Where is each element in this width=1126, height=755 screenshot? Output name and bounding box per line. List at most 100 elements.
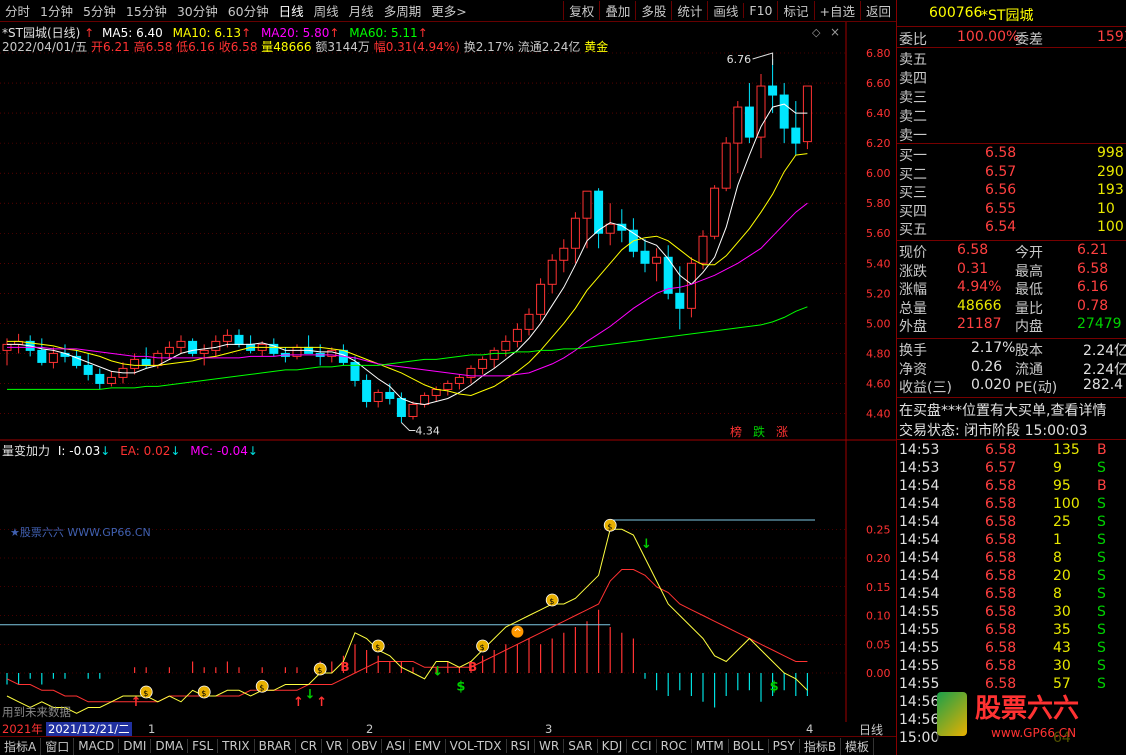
- site-logo: 股票六六 www.GP66.CN: [937, 688, 1125, 748]
- period-tab-3[interactable]: 15分钟: [121, 1, 172, 20]
- indicator-tab-1[interactable]: 窗口: [41, 737, 75, 755]
- price-tick-label: 6.80: [866, 47, 891, 60]
- tick-time: 14:55: [899, 676, 940, 692]
- indicator-tab-13[interactable]: VOL-TDX: [446, 739, 507, 753]
- candle-body: [512, 328, 522, 342]
- sell-arrow-icon: ↓: [305, 688, 316, 703]
- indicator-tab-4[interactable]: DMA: [151, 739, 189, 753]
- tick-time: 14:53: [899, 442, 940, 458]
- stat-value: 0.020: [971, 377, 1012, 393]
- indicator-tab-21[interactable]: BOLL: [729, 739, 769, 753]
- stat-label: 流通: [1015, 361, 1043, 378]
- candle-body: [454, 376, 464, 384]
- tool-button-6[interactable]: 标记: [777, 1, 813, 20]
- period-tab-2[interactable]: 5分钟: [78, 1, 121, 20]
- candle-body: [652, 256, 662, 264]
- tool-button-0[interactable]: 复权: [563, 1, 599, 20]
- month-label: 3: [545, 722, 553, 736]
- indicator-tab-5[interactable]: FSL: [188, 739, 219, 753]
- indicator-tab-11[interactable]: ASI: [382, 739, 411, 753]
- indicator-tab-8[interactable]: CR: [296, 739, 322, 753]
- tick-side: S: [1097, 550, 1106, 566]
- indicator-tab-16[interactable]: SAR: [564, 739, 598, 753]
- period-tab-7[interactable]: 周线: [309, 1, 344, 20]
- period-tab-9[interactable]: 多周期: [379, 1, 427, 20]
- period-tab-8[interactable]: 月线: [344, 1, 379, 20]
- indicator-tab-9[interactable]: VR: [322, 739, 348, 753]
- tool-button-3[interactable]: 统计: [671, 1, 707, 20]
- sell-arrow-icon: ↓: [641, 537, 652, 552]
- bid-volume: 100: [1097, 219, 1124, 235]
- period-tab-6[interactable]: 日线: [274, 1, 309, 20]
- stat-label: 外盘: [899, 319, 927, 335]
- indicator-tab-14[interactable]: RSI: [507, 739, 536, 753]
- indicator-tab-15[interactable]: WR: [535, 739, 565, 753]
- diamond-icon[interactable]: ◇: [812, 26, 821, 39]
- panel-row: 14:55 6.58 30 S: [897, 658, 1126, 676]
- tool-button-2[interactable]: 多股: [635, 1, 671, 20]
- b-signal-icon: B: [468, 660, 477, 674]
- chart-area: 6.80 6.60 6.40 6.20 6.00 5.80 5.60 5.40 5.20 5.00…: [0, 22, 896, 722]
- ask-label: 卖二: [899, 109, 927, 125]
- ma5-line: [7, 103, 808, 406]
- indicator-tab-7[interactable]: BRAR: [255, 739, 297, 753]
- stat-label: 涨幅: [899, 282, 927, 298]
- indicator-tab-12[interactable]: EMV: [410, 739, 446, 753]
- indicator-tab-6[interactable]: TRIX: [218, 739, 255, 753]
- tick-time: 15:00: [899, 730, 940, 746]
- mc-label: MC: -0.04: [190, 444, 248, 458]
- money-bag-icon-glyph: $: [259, 683, 264, 692]
- divider: [897, 439, 1126, 440]
- stat-label: 总量: [899, 300, 927, 317]
- tool-button-8[interactable]: 返回: [859, 1, 896, 20]
- indicator-tab-23[interactable]: 指标B: [800, 737, 842, 755]
- indicator-tab-10[interactable]: OBV: [348, 739, 383, 753]
- indicator-tick-label: 0.15: [866, 581, 891, 594]
- candle-body: [710, 187, 720, 237]
- tick-time: 14:55: [899, 658, 940, 674]
- panel-row: 买四 6.55 10: [897, 201, 1126, 220]
- tool-button-1[interactable]: 叠加: [599, 1, 635, 20]
- money-bag-icon-glyph: $: [375, 643, 380, 652]
- chart-svg: 6.80 6.60 6.40 6.20 6.00 5.80 5.60 5.40 5.20 5.00…: [0, 22, 896, 722]
- tick-time: 14:54: [899, 586, 940, 602]
- indicator-tab-19[interactable]: ROC: [657, 739, 692, 753]
- indicator-tab-17[interactable]: KDJ: [598, 739, 628, 753]
- tool-button-7[interactable]: +自选: [813, 1, 860, 20]
- bar-date: 2022/04/01/五: [2, 40, 88, 54]
- period-tab-0[interactable]: 分时: [0, 1, 35, 20]
- close-icon[interactable]: ×: [830, 25, 840, 39]
- tool-button-4[interactable]: 画线: [707, 1, 743, 20]
- indicator-tab-0[interactable]: 指标A: [0, 737, 42, 755]
- ask-label: 卖一: [899, 128, 927, 144]
- candle-body: [756, 85, 766, 138]
- tick-time: 14:54: [899, 550, 940, 566]
- stat-label: 最高: [1015, 263, 1043, 280]
- panel-row: 换手 2.17% 股本 2.24亿: [897, 340, 1126, 359]
- period-tab-5[interactable]: 60分钟: [223, 1, 274, 20]
- divider: [897, 143, 1126, 144]
- cursor-date: 2021/12/21/二: [46, 722, 132, 736]
- stat-value: 2.24亿: [1083, 343, 1126, 359]
- panel-row: 14:54 6.58 95 B: [897, 478, 1126, 496]
- stat-label: 内盘: [1015, 319, 1043, 335]
- candle-body: [686, 262, 696, 309]
- indicator-tab-3[interactable]: DMI: [119, 739, 152, 753]
- tick-time: 14:56: [899, 694, 940, 710]
- bid-label: 买三: [899, 185, 927, 201]
- indicator-tab-24[interactable]: 模板: [841, 737, 875, 755]
- indicator-tab-2[interactable]: MACD: [74, 739, 120, 753]
- tool-button-5[interactable]: F10: [743, 3, 777, 18]
- period-tab-10[interactable]: 更多>: [426, 1, 471, 20]
- period-tab-1[interactable]: 1分钟: [35, 1, 78, 20]
- watermark: ★股票六六 WWW.GP66.CN: [10, 526, 151, 539]
- indicator-tab-18[interactable]: CCI: [627, 739, 657, 753]
- stat-label: 收益(三): [899, 380, 952, 396]
- candle-body: [675, 292, 685, 309]
- bid-label: 买二: [899, 166, 927, 183]
- tick-price: 6.58: [985, 622, 1017, 638]
- buy-arrow-icon: ↑: [316, 695, 327, 710]
- indicator-tab-20[interactable]: MTM: [692, 739, 729, 753]
- indicator-tab-22[interactable]: PSY: [769, 739, 800, 753]
- period-tab-4[interactable]: 30分钟: [172, 1, 223, 20]
